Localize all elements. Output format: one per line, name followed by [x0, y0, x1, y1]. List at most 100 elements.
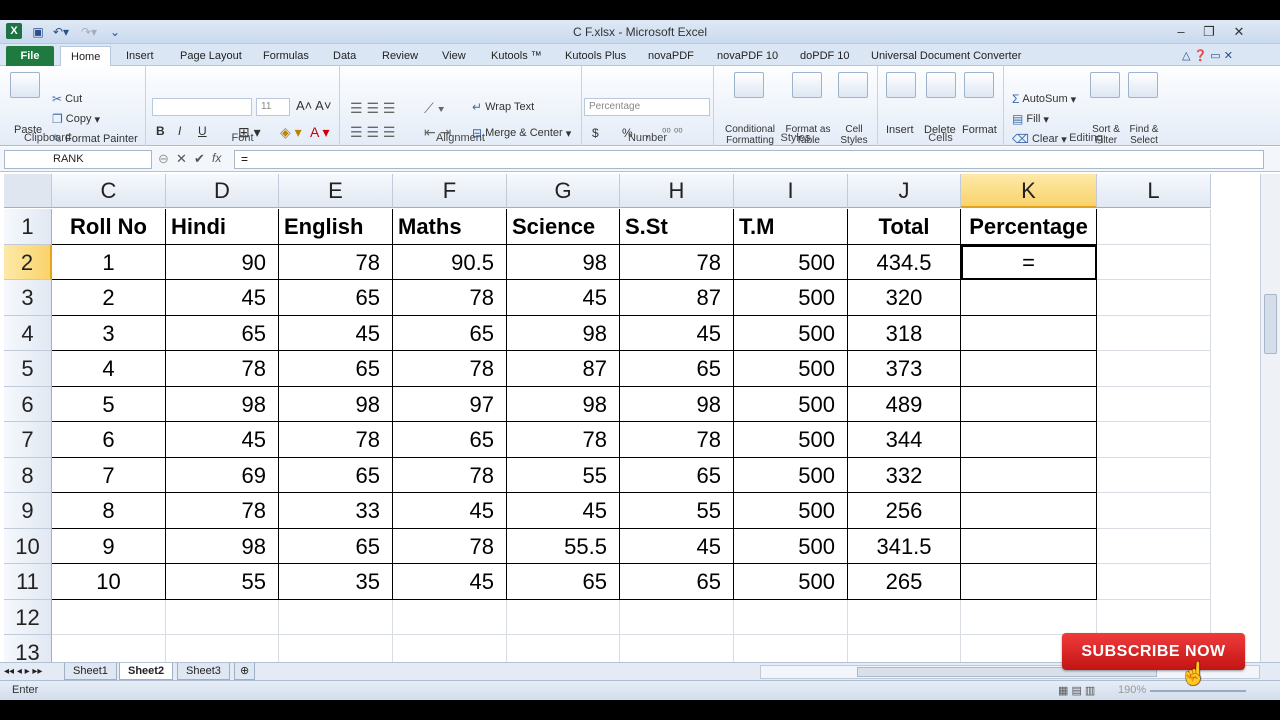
column-header-f[interactable]: F [393, 174, 507, 208]
empty-cell[interactable] [393, 599, 507, 635]
empty-cell[interactable] [734, 635, 848, 662]
table-cell[interactable]: 78 [393, 457, 507, 493]
column-header-i[interactable]: I [734, 174, 848, 208]
copy-button[interactable]: ❐ Copy ▾ [52, 112, 100, 126]
font-size-dropdown[interactable]: 11 [256, 98, 290, 116]
table-cell[interactable]: 45 [279, 315, 393, 351]
table-cell[interactable]: 256 [848, 493, 961, 529]
row-header-10[interactable]: 10 [4, 528, 52, 564]
tab-data[interactable]: Data [333, 47, 356, 65]
table-cell[interactable]: 90 [166, 244, 279, 280]
table-cell[interactable]: 332 [848, 457, 961, 493]
table-cell[interactable]: 87 [507, 351, 620, 387]
table-cell[interactable] [961, 528, 1097, 564]
formula-input[interactable]: = [234, 150, 1264, 169]
table-cell[interactable]: 500 [734, 351, 848, 387]
tab-formulas[interactable]: Formulas [263, 47, 309, 65]
header-cell[interactable]: Percentage [961, 209, 1097, 245]
table-cell[interactable]: 500 [734, 493, 848, 529]
cell-styles-icon[interactable] [838, 72, 868, 98]
table-cell[interactable]: 78 [620, 244, 734, 280]
table-cell[interactable]: 65 [279, 351, 393, 387]
table-cell[interactable]: 10 [52, 564, 166, 600]
empty-cell[interactable] [734, 599, 848, 635]
table-cell[interactable]: 78 [279, 422, 393, 458]
sheet-tab-sheet3[interactable]: Sheet3 [177, 663, 230, 680]
table-cell[interactable]: 65 [393, 315, 507, 351]
row-header-3[interactable]: 3 [4, 280, 52, 316]
column-header-k[interactable]: K [961, 174, 1097, 208]
header-cell[interactable]: English [279, 209, 393, 245]
close-icon[interactable]: ✕ [1228, 23, 1250, 40]
table-cell[interactable]: 55.5 [507, 528, 620, 564]
tab-view[interactable]: View [442, 47, 466, 65]
table-cell[interactable]: 489 [848, 386, 961, 422]
table-cell[interactable]: 65 [393, 422, 507, 458]
table-cell[interactable]: 98 [507, 244, 620, 280]
table-cell[interactable]: 9 [52, 528, 166, 564]
restore-icon[interactable]: ❐ [1198, 23, 1220, 40]
help-icon[interactable]: △ ❓ ▭ ✕ [1182, 47, 1233, 65]
zoom-slider[interactable] [1150, 690, 1246, 692]
delete-cells-icon[interactable] [926, 72, 956, 98]
table-cell[interactable]: 6 [52, 422, 166, 458]
empty-cell[interactable] [166, 599, 279, 635]
empty-cell[interactable] [393, 635, 507, 662]
row-header-2[interactable]: 2 [4, 244, 52, 280]
row-header-11[interactable]: 11 [4, 564, 52, 600]
table-cell[interactable]: 78 [166, 493, 279, 529]
table-cell[interactable]: 341.5 [848, 528, 961, 564]
sheet-tab-sheet2[interactable]: Sheet2 [119, 663, 174, 680]
table-cell[interactable]: 55 [166, 564, 279, 600]
table-cell[interactable]: 65 [620, 351, 734, 387]
empty-cell[interactable] [1097, 209, 1211, 245]
empty-cell[interactable] [1097, 528, 1211, 564]
empty-cell[interactable] [279, 599, 393, 635]
table-cell[interactable]: 45 [166, 422, 279, 458]
empty-cell[interactable] [620, 599, 734, 635]
table-cell[interactable]: 500 [734, 244, 848, 280]
table-cell[interactable]: 55 [507, 457, 620, 493]
table-cell[interactable]: 8 [52, 493, 166, 529]
table-cell[interactable]: 98 [166, 386, 279, 422]
table-cell[interactable]: 65 [507, 564, 620, 600]
table-cell[interactable]: 4 [52, 351, 166, 387]
empty-cell[interactable] [1097, 564, 1211, 600]
sort-filter-icon[interactable] [1090, 72, 1120, 98]
cancel-entry-icon[interactable]: ✕ [176, 151, 187, 167]
header-cell[interactable]: Hindi [166, 209, 279, 245]
table-cell[interactable]: 7 [52, 457, 166, 493]
zoom-level[interactable]: 190% [1118, 684, 1146, 696]
column-header-j[interactable]: J [848, 174, 961, 208]
table-cell[interactable]: 5 [52, 386, 166, 422]
column-header-d[interactable]: D [166, 174, 279, 208]
empty-cell[interactable] [1097, 351, 1211, 387]
table-cell[interactable] [961, 457, 1097, 493]
header-cell[interactable]: Total [848, 209, 961, 245]
column-header-h[interactable]: H [620, 174, 734, 208]
table-cell[interactable] [961, 280, 1097, 316]
tab-insert[interactable]: Insert [126, 47, 154, 65]
header-cell[interactable]: Maths [393, 209, 507, 245]
view-buttons-icon[interactable]: ▦ ▤ ▥ [1058, 684, 1095, 697]
orientation-icon[interactable]: ⟋ ▾ [424, 100, 445, 117]
table-cell[interactable]: 65 [620, 457, 734, 493]
table-cell[interactable]: 98 [166, 528, 279, 564]
table-cell[interactable]: 3 [52, 315, 166, 351]
table-cell[interactable]: 98 [507, 315, 620, 351]
row-header-9[interactable]: 9 [4, 493, 52, 529]
empty-cell[interactable] [1097, 457, 1211, 493]
table-cell[interactable]: 65 [166, 315, 279, 351]
empty-cell[interactable] [1097, 599, 1211, 635]
confirm-entry-icon[interactable]: ✔ [194, 151, 205, 167]
table-cell[interactable]: 78 [279, 244, 393, 280]
table-cell[interactable]: 45 [393, 493, 507, 529]
empty-cell[interactable] [961, 599, 1097, 635]
empty-cell[interactable] [279, 635, 393, 662]
empty-cell[interactable] [52, 599, 166, 635]
tab-novapdf-10[interactable]: novaPDF 10 [717, 47, 778, 65]
cut-button[interactable]: ✂ Cut [52, 92, 82, 106]
insert-cells-icon[interactable] [886, 72, 916, 98]
active-cell[interactable]: = [961, 244, 1097, 280]
header-cell[interactable]: Science [507, 209, 620, 245]
